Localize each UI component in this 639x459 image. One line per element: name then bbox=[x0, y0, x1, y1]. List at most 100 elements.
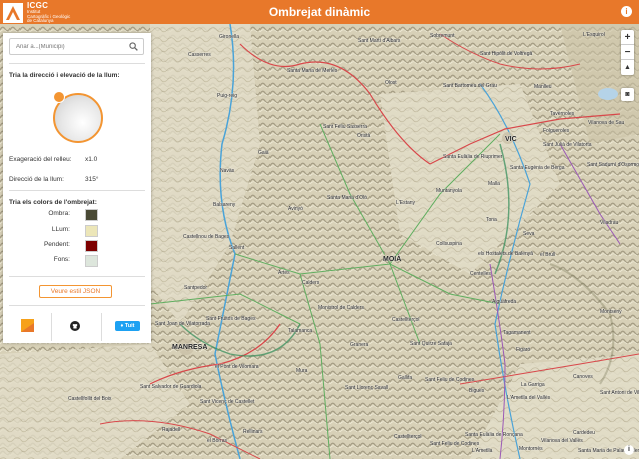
place-label: Calders bbox=[302, 280, 320, 286]
divider bbox=[9, 276, 145, 277]
reset-north-button[interactable]: ▲ bbox=[621, 60, 634, 75]
slope-color-label: Pendent: bbox=[43, 241, 70, 248]
light-color-label: LLum: bbox=[51, 226, 70, 233]
place-label: Centelles bbox=[470, 271, 491, 277]
place-label: Sant Julià de Vilatorta bbox=[543, 142, 592, 148]
place-label: Monistrol de Calders bbox=[318, 305, 364, 311]
place-label: Santa Eulàlia de Riuprimer bbox=[443, 154, 503, 160]
exaggeration-value[interactable]: x1.0 bbox=[85, 156, 97, 163]
place-label: Sant Feliu Sasserra bbox=[323, 124, 367, 130]
zoom-in-button[interactable]: + bbox=[621, 30, 634, 45]
direction-label: Direcció de la llum: bbox=[9, 176, 64, 183]
place-label: L'Ametlla bbox=[472, 448, 493, 454]
place-label: Sant Hipòlit de Voltregà bbox=[480, 51, 533, 57]
app-header: ICGC Institut Cartogràfic i Geològic de … bbox=[0, 0, 639, 24]
place-label: Avinyó bbox=[288, 206, 303, 212]
tweet-label: Tuit bbox=[124, 323, 135, 329]
place-label: Castellterçol bbox=[394, 434, 422, 440]
view-json-style-button[interactable]: Veure estil JSON bbox=[39, 285, 112, 298]
place-label: Sant Feliu de Codines bbox=[425, 377, 475, 383]
place-label: VIC bbox=[505, 136, 517, 143]
logo-subtitle-3: de Catalunya bbox=[27, 18, 54, 23]
place-label: La Garriga bbox=[521, 382, 545, 388]
place-label: Sant Feliu de Codines bbox=[430, 441, 480, 447]
place-label: Vilanova de Sau bbox=[588, 120, 625, 126]
place-label: Malla bbox=[488, 181, 500, 187]
attribution-info-icon[interactable]: i bbox=[624, 445, 634, 455]
place-label: Sant Sadurní d'Osormort bbox=[587, 162, 639, 168]
place-label: Santa Maria d'Oló bbox=[327, 195, 367, 201]
light-section-title: Tria la direcció i elevació de la llum: bbox=[9, 72, 120, 79]
place-label: Artés bbox=[278, 270, 290, 276]
zoom-out-button[interactable]: − bbox=[621, 45, 634, 60]
place-label: Viladrau bbox=[600, 220, 619, 226]
light-direction-handle[interactable] bbox=[53, 91, 65, 103]
github-icon[interactable] bbox=[70, 321, 80, 331]
light-color-swatch[interactable] bbox=[85, 225, 98, 237]
place-label: Folgueroles bbox=[543, 128, 570, 134]
place-label: Gironella bbox=[219, 34, 240, 40]
place-label: Sant Quirze Safaja bbox=[410, 341, 452, 347]
camera-icon[interactable]: ◙ bbox=[621, 88, 634, 101]
place-label: Castellfollit del Boix bbox=[68, 396, 112, 402]
place-label: MANRESA bbox=[172, 344, 208, 351]
settings-panel: Tria la direcció i elevació de la llum: … bbox=[3, 33, 151, 343]
place-label: Tagamanent bbox=[503, 330, 531, 336]
icgc-app-icon[interactable] bbox=[21, 319, 34, 332]
place-label: Figaró bbox=[516, 347, 531, 353]
zoom-controls: + − ▲ bbox=[621, 30, 634, 75]
place-label: Manlleu bbox=[534, 84, 552, 90]
footer-divider bbox=[101, 313, 102, 341]
place-label: Montseny bbox=[600, 309, 622, 315]
page-title: Ombrejat dinàmic bbox=[268, 5, 371, 19]
exaggeration-label: Exageració del relleu: bbox=[9, 156, 72, 163]
place-label: els Hostalets de Balenyà bbox=[478, 251, 534, 257]
place-label: el Brull bbox=[540, 252, 556, 258]
place-label: Talamanca bbox=[288, 328, 313, 334]
colors-section-title: Tria els colors de l'ombrejat: bbox=[9, 199, 97, 206]
place-label: Oristà bbox=[357, 133, 371, 139]
place-label: Muntanyola bbox=[436, 188, 462, 194]
shadow-color-label: Ombra: bbox=[48, 210, 70, 217]
place-label: Sant Joan de Vilatorrada bbox=[155, 321, 210, 327]
shadow-color-swatch[interactable] bbox=[85, 209, 98, 221]
place-label: Tavèrnoles bbox=[550, 111, 575, 117]
place-label: Gallifa bbox=[398, 375, 413, 381]
place-label: Sant Martí d'Albars bbox=[358, 38, 401, 44]
place-label: Gaià bbox=[258, 150, 269, 156]
place-label: Rellinars bbox=[243, 429, 263, 435]
place-label: Sant Bartomeu del Grau bbox=[443, 83, 497, 89]
place-label: Santpedor bbox=[184, 285, 208, 291]
place-label: Mura bbox=[296, 368, 308, 374]
place-label: Aiguafreda bbox=[492, 299, 517, 305]
footer-divider bbox=[51, 313, 52, 341]
background-color-swatch[interactable] bbox=[85, 255, 98, 267]
place-label: Canoves bbox=[573, 374, 593, 380]
place-label: L'Ametlla del Vallès bbox=[507, 395, 551, 401]
slope-color-swatch[interactable] bbox=[85, 240, 98, 252]
place-label: Sant Vicenç de Castellet bbox=[200, 399, 255, 405]
place-label: Balsareny bbox=[213, 202, 236, 208]
place-label: Tona bbox=[486, 217, 497, 223]
search-icon[interactable] bbox=[129, 42, 138, 51]
divider bbox=[9, 305, 145, 306]
place-label: Collsuspina bbox=[436, 241, 462, 247]
search-input[interactable] bbox=[10, 39, 125, 54]
direction-value: 315° bbox=[85, 176, 99, 183]
place-label: MOIÀ bbox=[383, 256, 402, 263]
info-icon[interactable]: i bbox=[621, 6, 632, 17]
place-label: Seva bbox=[523, 231, 535, 237]
place-label: Puig-reig bbox=[217, 93, 238, 99]
place-label: Vilanova del Vallès bbox=[541, 438, 583, 444]
divider bbox=[9, 190, 145, 191]
tweet-button[interactable]: ♦ Tuit bbox=[115, 321, 140, 331]
place-label: L'Esquirol bbox=[583, 32, 605, 38]
place-label: Navàs bbox=[220, 168, 235, 174]
divider bbox=[9, 63, 145, 64]
place-label: Sobremunt bbox=[430, 33, 455, 39]
place-label: el Bòrras bbox=[207, 438, 228, 444]
search-box[interactable] bbox=[9, 38, 144, 55]
place-label: Santa Eulàlia de Ronçana bbox=[465, 432, 523, 438]
place-label: Sant Salvador de Guardiola bbox=[140, 384, 202, 390]
place-label: Granera bbox=[350, 342, 369, 348]
